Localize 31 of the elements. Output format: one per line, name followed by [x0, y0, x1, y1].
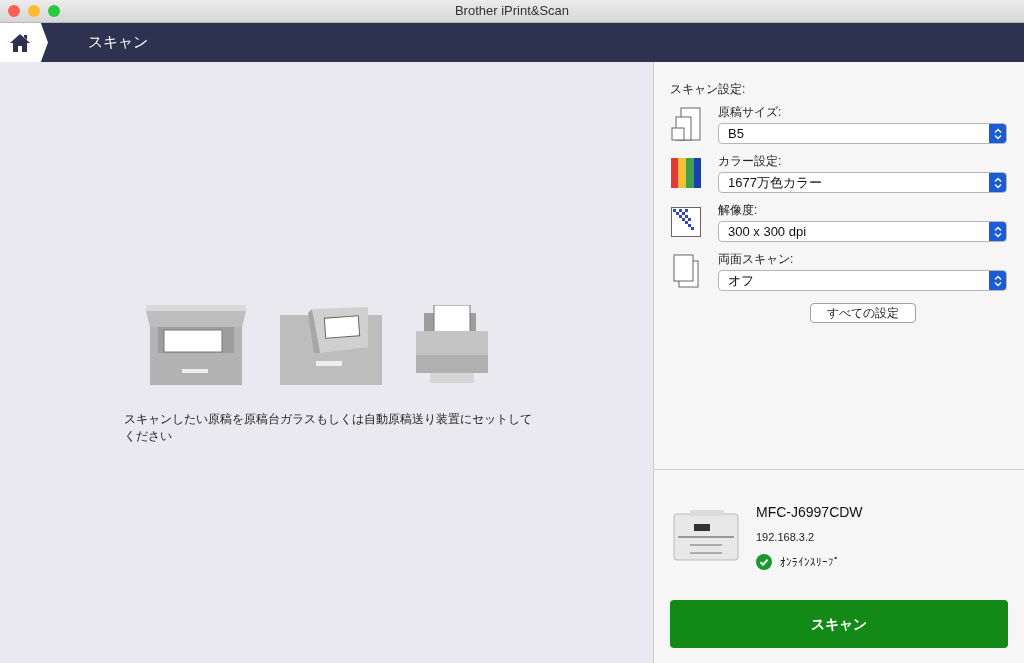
close-button[interactable] — [8, 5, 20, 17]
resolution-grid-icon — [671, 207, 701, 237]
home-button[interactable] — [0, 23, 48, 62]
printer-photo — [670, 510, 742, 562]
home-icon — [9, 32, 31, 53]
setting-dropdown[interactable]: 300 x 300 dpi — [718, 221, 1007, 242]
color-bars-icon — [671, 158, 701, 188]
chevron-up-down-icon — [989, 124, 1006, 143]
device-name: MFC-J6997CDW — [756, 503, 863, 522]
chevron-up-down-icon — [989, 173, 1006, 192]
setting-dropdown[interactable]: オフ — [718, 270, 1007, 291]
duplex-pages-icon — [673, 254, 699, 288]
chevron-up-down-icon — [989, 271, 1006, 290]
setting-label: 両面スキャン: — [718, 251, 795, 267]
paper-sizes-icon — [671, 107, 701, 141]
all-settings-button[interactable]: すべての設定 — [810, 303, 916, 323]
window-title: Brother iPrint&Scan — [454, 2, 570, 21]
device-status: ｵﾝﾗｲﾝｽﾘｰﾌﾟ — [780, 554, 840, 570]
device-address: 192.168.3.2 — [756, 530, 816, 545]
settings-heading: スキャン設定: — [670, 81, 747, 98]
setting-label: カラー設定: — [718, 153, 783, 169]
chevron-up-down-icon — [989, 222, 1006, 241]
minimize-button[interactable] — [28, 5, 40, 17]
setting-label: 原稿サイズ: — [718, 104, 783, 120]
setting-dropdown[interactable]: B5 — [718, 123, 1007, 144]
page-title: スキャン — [88, 32, 148, 53]
setting-label: 解像度: — [718, 202, 759, 218]
setting-dropdown[interactable]: 1677万色カラー — [718, 172, 1007, 193]
zoom-button[interactable] — [48, 5, 60, 17]
instruction-text: スキャンしたい原稿を原稿台ガラスもしくは自動原稿送り装置にセットしてください — [124, 412, 533, 444]
scan-button[interactable]: スキャン — [670, 600, 1008, 648]
